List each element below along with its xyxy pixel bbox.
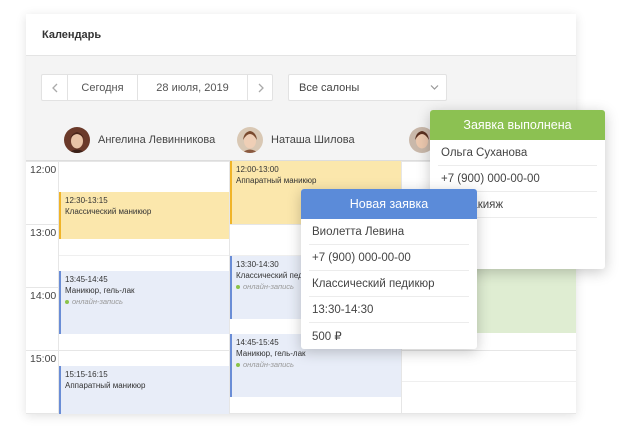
date-navigator: Сегодня 28 июля, 2019 [41,74,273,101]
staff-name: Ангелина Левинникова [98,134,216,146]
staff-member[interactable]: Наташа Шилова [237,125,355,155]
appointment[interactable]: 13:45-14:45 Маникюр, гель-лак онлайн-зап… [59,271,229,334]
staff-name: Наташа Шилова [271,134,355,146]
appointment-time: 12:00-13:00 [236,165,279,174]
appointment-title: Аппаратный маникюр [65,381,146,390]
chevron-down-icon [430,85,439,90]
time-label: 14:00 [30,290,57,302]
time-label: 12:00 [30,164,57,176]
appointment-title: Классический маникюр [65,207,152,216]
appointment-time: 13:45-14:45 [65,275,108,284]
time-label: 13:00 [30,227,57,239]
online-booking-tag: онлайн-запись [65,296,225,307]
time-label: 15:00 [30,353,57,365]
card-header: Новая заявка [301,189,477,219]
client-name: Ольга Суханова [438,140,597,166]
appointment-title: Аппаратный маникюр [236,176,317,185]
online-dot-icon [236,363,240,368]
avatar [64,127,90,153]
appointment-time: 13:30-14:30 [309,297,469,323]
appointment-time: 12:30-13:15 [65,196,108,205]
staff-member[interactable]: Ангелина Левинникова [64,125,215,155]
avatar [237,127,263,153]
appointment[interactable]: 15:15-16:15 Аппаратный маникюр [59,366,229,414]
app-header: Календарь [26,14,576,56]
online-label: онлайн-запись [243,360,294,369]
chevron-right-icon [258,83,264,92]
completed-slot [471,268,576,333]
online-dot-icon [236,285,240,290]
price: 500 ₽ [312,331,342,343]
online-label: онлайн-запись [72,297,123,306]
next-day-button[interactable] [248,75,274,100]
online-dot-icon [65,300,69,305]
online-label: онлайн-запись [243,282,294,291]
service-name: Классический педикюр [309,271,469,297]
appointment[interactable]: 12:30-13:15 Классический маникюр [59,192,229,239]
client-name: Виолетта Левина [309,219,469,245]
salon-select-value: Все салоны [299,82,360,94]
today-button[interactable]: Сегодня [68,75,138,100]
chevron-left-icon [51,83,57,92]
card-header: Заявка выполнена [430,110,605,140]
page-title: Календарь [42,29,102,41]
date-picker[interactable]: 28 июля, 2019 [138,75,248,100]
prev-day-button[interactable] [42,75,68,100]
appointment-time: 15:15-16:15 [65,370,108,379]
appointment-title: Маникюр, гель-лак [236,349,306,358]
appointment-title: Маникюр, гель-лак [65,286,135,295]
salon-select[interactable]: Все салоны [288,74,447,101]
client-phone: +7 (900) 000-00-00 [309,245,469,271]
new-request-card[interactable]: Новая заявка Виолетта Левина +7 (900) 00… [301,189,477,349]
online-booking-tag: онлайн-запись [236,359,397,370]
